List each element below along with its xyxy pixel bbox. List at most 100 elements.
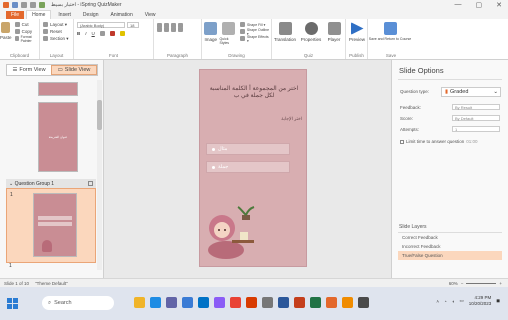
file-explorer-icon[interactable] bbox=[134, 297, 145, 308]
answer-choice[interactable]: جملة bbox=[206, 161, 290, 173]
feedback-select[interactable]: By Result bbox=[452, 104, 500, 110]
align-left-icon[interactable] bbox=[157, 27, 162, 32]
justify-icon[interactable] bbox=[178, 27, 183, 32]
zoom-control: 60% − + bbox=[449, 281, 502, 286]
tab-animation[interactable]: Animation bbox=[106, 11, 138, 19]
windows-start-icon[interactable] bbox=[7, 298, 18, 309]
layout-group: Layout ▾ Reset Section ▾ Layout bbox=[40, 19, 74, 59]
excel-icon[interactable] bbox=[310, 297, 321, 308]
panel-title: Slide Options bbox=[399, 66, 444, 75]
slide-layer-item[interactable]: True/False Question bbox=[398, 251, 502, 260]
slides-scrollbar[interactable] bbox=[97, 80, 102, 270]
close-button[interactable]: ✕ bbox=[496, 1, 502, 9]
time-limit-row[interactable]: Limit time to answer question 01:00 bbox=[400, 139, 478, 144]
publish-group: Preview Publish bbox=[346, 19, 368, 59]
preview-icon[interactable] bbox=[39, 2, 45, 8]
slides-panel: ☰ Form View ▭ Slide View عنوان الشريحة ⌄… bbox=[0, 60, 104, 278]
align-right-icon[interactable] bbox=[171, 27, 176, 32]
cut-button[interactable]: Cut bbox=[12, 21, 39, 28]
photos-icon[interactable] bbox=[214, 297, 225, 308]
question-type-select[interactable]: ▮ Graded ⌄ bbox=[441, 87, 501, 97]
powerpoint-icon[interactable] bbox=[294, 297, 305, 308]
bold-button[interactable]: B bbox=[77, 31, 80, 36]
slide-thumbnail[interactable] bbox=[38, 82, 78, 96]
paste-button[interactable]: Paste bbox=[0, 19, 12, 42]
clock[interactable]: 4:29 PM 10/20/2023 bbox=[469, 295, 492, 307]
form-view-button[interactable]: ☰ Form View bbox=[7, 65, 51, 75]
slide-layer-item[interactable]: Correct Feedback bbox=[398, 233, 502, 242]
font-color-icon[interactable] bbox=[109, 31, 115, 36]
shape-effects-button[interactable]: Shape Effects ▾ bbox=[237, 35, 271, 43]
settings-icon[interactable] bbox=[262, 297, 273, 308]
align-center-icon[interactable] bbox=[164, 27, 169, 32]
score-select[interactable]: By Default bbox=[452, 115, 500, 121]
store-icon[interactable] bbox=[182, 297, 193, 308]
battery-icon[interactable]: ▭ bbox=[459, 298, 463, 304]
paste-icon bbox=[1, 22, 11, 33]
tab-view[interactable]: View bbox=[140, 11, 161, 19]
question-text[interactable]: اختر من المجموعة أ الكلمة المناسبة لكل ج… bbox=[206, 86, 302, 100]
tab-design[interactable]: Design bbox=[78, 11, 104, 19]
underline-button[interactable]: U bbox=[92, 31, 95, 36]
section-button[interactable]: Section ▾ bbox=[40, 35, 73, 42]
chevron-up-icon[interactable]: ˄ bbox=[436, 299, 439, 304]
format-painter-button[interactable]: Format Painter bbox=[12, 35, 39, 43]
selected-slide[interactable]: 1 bbox=[6, 188, 96, 263]
calculator-icon[interactable] bbox=[358, 297, 369, 308]
slide-layers-label: Slide Layers bbox=[399, 224, 427, 230]
maximize-button[interactable]: ▢ bbox=[476, 1, 483, 9]
teams-icon[interactable] bbox=[166, 297, 177, 308]
chrome-icon[interactable] bbox=[230, 297, 241, 308]
save-icon[interactable] bbox=[12, 2, 18, 8]
slide-layer-item[interactable]: Incorrect Feedback bbox=[398, 242, 502, 251]
minimize-button[interactable]: — bbox=[455, 1, 462, 9]
layout-button[interactable]: Layout ▾ bbox=[40, 21, 73, 28]
mail-icon[interactable] bbox=[198, 297, 209, 308]
italic-button[interactable]: I bbox=[85, 31, 86, 36]
undo-icon[interactable] bbox=[21, 2, 27, 8]
notification-icon[interactable]: ◼ bbox=[496, 298, 500, 304]
tab-file[interactable]: File bbox=[6, 11, 25, 19]
quizmaker-icon[interactable] bbox=[326, 297, 337, 308]
search-icon: ⌕ bbox=[48, 299, 52, 306]
highlight-icon[interactable] bbox=[119, 31, 125, 36]
preview-button[interactable]: Preview bbox=[346, 19, 368, 42]
slide-group-footer: 1 bbox=[9, 263, 12, 269]
quiz-group: Translation Properties Player Quiz bbox=[272, 19, 346, 59]
question-slide-thumbnail[interactable] bbox=[33, 193, 77, 257]
ribbon: Paste Cut Copy Format Painter Clipboard … bbox=[0, 19, 508, 60]
reset-button[interactable]: Reset bbox=[40, 28, 73, 35]
answer-choice[interactable]: مثال bbox=[206, 143, 290, 155]
save-return-icon bbox=[383, 22, 397, 35]
group-settings-icon[interactable] bbox=[88, 181, 93, 186]
strikethrough-icon[interactable] bbox=[99, 31, 105, 36]
zoom-out-icon[interactable]: − bbox=[461, 281, 464, 286]
wifi-icon[interactable]: ◔ bbox=[444, 299, 447, 304]
edge-icon[interactable] bbox=[150, 297, 161, 308]
save-return-button[interactable]: Save and Return to Course bbox=[368, 19, 412, 41]
play-icon bbox=[350, 22, 364, 35]
time-limit-checkbox[interactable] bbox=[400, 139, 404, 144]
slide-thumbnail[interactable]: عنوان الشريحة bbox=[38, 102, 78, 172]
graded-icon: ▮ bbox=[445, 89, 449, 95]
scrollbar-thumb[interactable] bbox=[97, 100, 102, 130]
font-group: (Arabic Body) 18 B I U Font bbox=[74, 19, 154, 59]
section-icon bbox=[43, 36, 48, 41]
vlc-icon[interactable] bbox=[342, 297, 353, 308]
tab-insert[interactable]: Insert bbox=[53, 11, 76, 19]
zoom-slider[interactable] bbox=[466, 283, 497, 284]
question-group-header[interactable]: ⌄ Question Group 1 bbox=[6, 179, 96, 188]
slide[interactable]: اختر من المجموعة أ الكلمة المناسبة لكل ج… bbox=[199, 69, 307, 267]
taskbar-search[interactable]: ⌕ Search bbox=[42, 296, 114, 310]
tab-home[interactable]: Home bbox=[26, 10, 52, 19]
word-icon[interactable] bbox=[278, 297, 289, 308]
thumb-character bbox=[42, 240, 52, 252]
office-icon[interactable] bbox=[246, 297, 257, 308]
translation-icon bbox=[278, 22, 292, 35]
volume-icon[interactable]: ◖ bbox=[452, 299, 455, 304]
attempts-select[interactable]: 1 bbox=[452, 126, 500, 132]
zoom-in-icon[interactable]: + bbox=[499, 281, 502, 286]
slide-view-button[interactable]: ▭ Slide View bbox=[51, 65, 97, 75]
redo-icon[interactable] bbox=[30, 2, 36, 8]
instruction-text[interactable]: اختر الإجابة bbox=[206, 116, 302, 122]
